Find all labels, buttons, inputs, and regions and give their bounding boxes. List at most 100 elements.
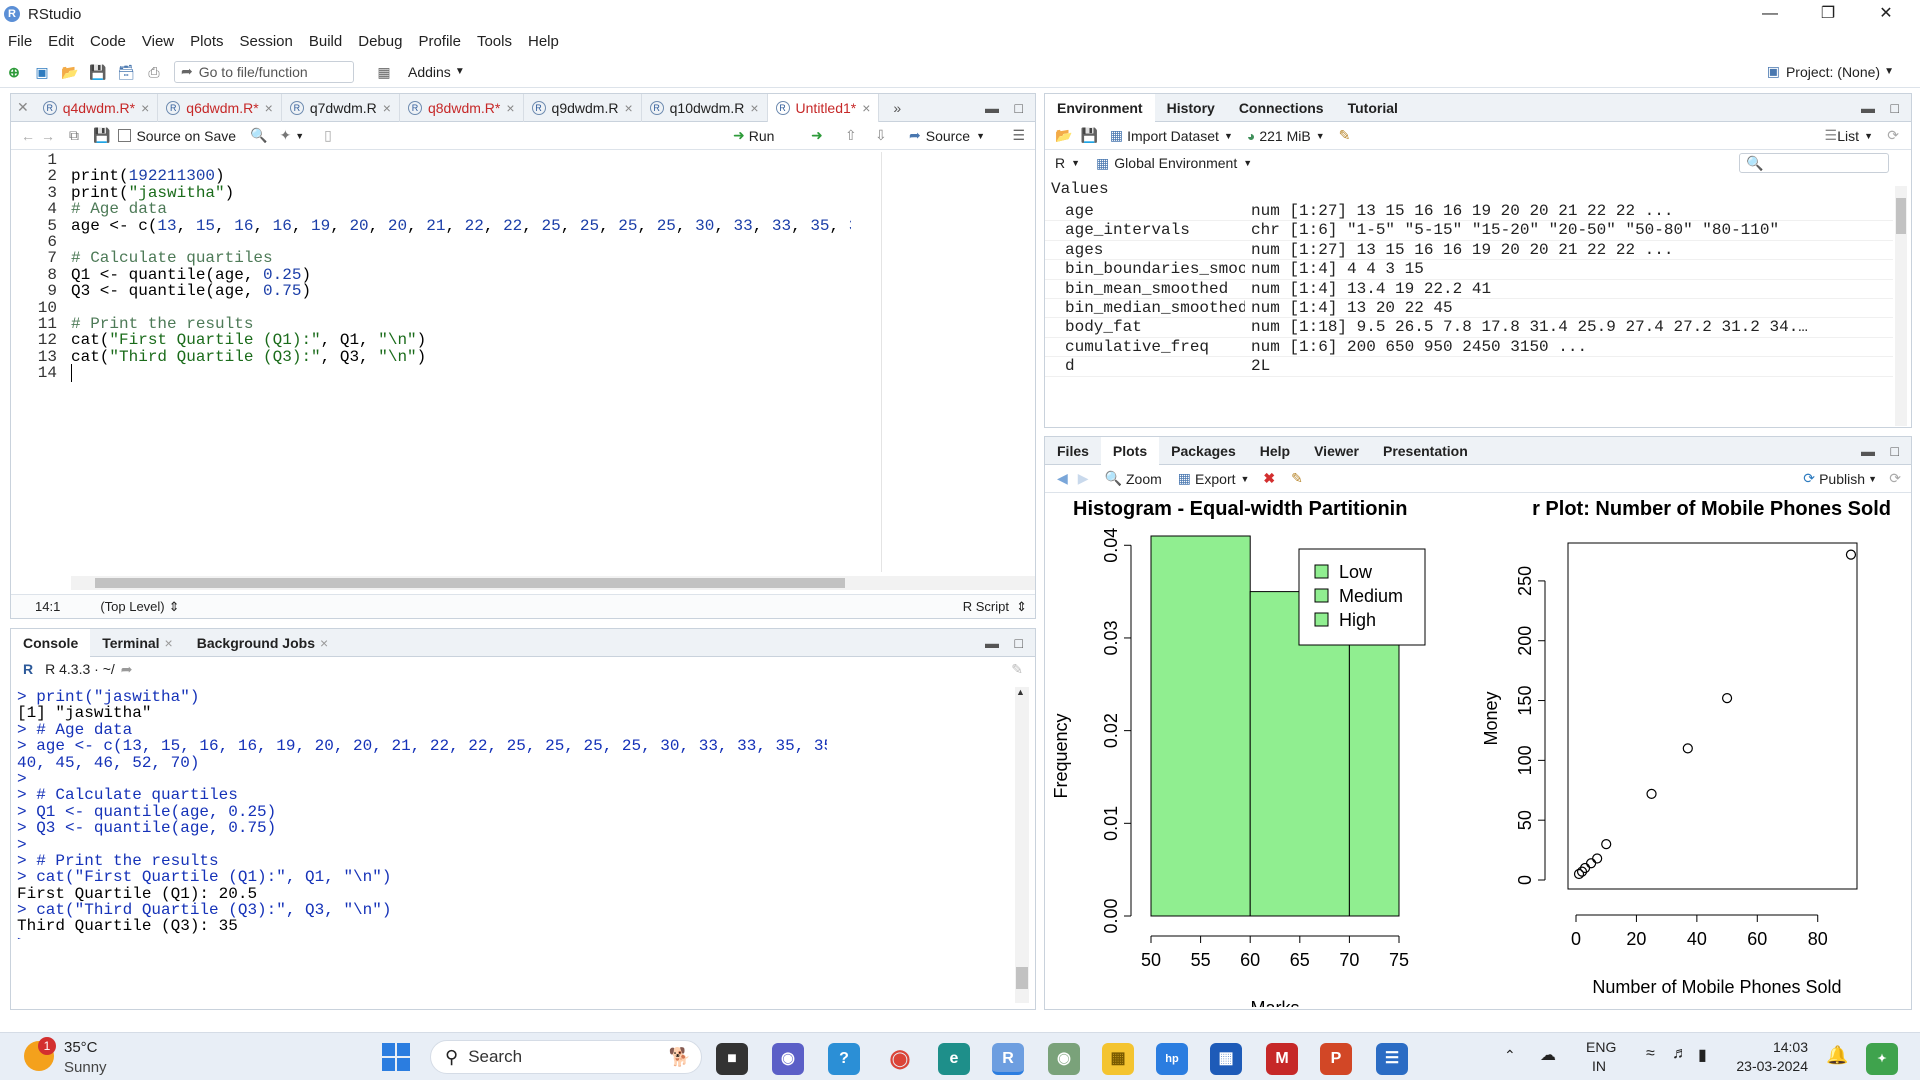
refresh-icon[interactable]: ⟳ xyxy=(1889,470,1901,487)
language-dropdown-icon[interactable]: ▼ xyxy=(1071,158,1080,168)
close-tab-icon[interactable]: × xyxy=(624,94,632,122)
previous-plot-icon[interactable]: ◀ xyxy=(1057,470,1068,487)
menu-plots[interactable]: Plots xyxy=(182,33,231,50)
language-select[interactable]: R xyxy=(1055,155,1065,171)
copilot-icon[interactable]: ✦ xyxy=(1866,1043,1898,1075)
print-icon[interactable]: ⎙ xyxy=(144,62,164,82)
tab-help[interactable]: Help xyxy=(1248,437,1302,465)
teams-icon[interactable]: ◉ xyxy=(772,1043,804,1075)
go-to-dir-icon[interactable]: ➦ xyxy=(121,661,133,678)
environment-search-input[interactable]: 🔍 xyxy=(1739,153,1889,173)
next-plot-icon[interactable]: ▶ xyxy=(1078,470,1089,487)
menu-help[interactable]: Help xyxy=(520,33,567,50)
grid-layout-icon[interactable]: ▦ xyxy=(374,62,394,82)
save-icon[interactable]: 💾 xyxy=(88,62,108,82)
clock-time[interactable]: 14:03 xyxy=(1748,1039,1808,1055)
minimize-pane-icon[interactable]: ▬ xyxy=(985,635,999,651)
code-line[interactable] xyxy=(71,300,851,316)
menu-file[interactable]: File xyxy=(0,33,40,50)
scope-dropdown-icon[interactable]: ⇕ xyxy=(169,599,180,615)
code-editor[interactable]: print(192211300) print("jaswitha") # Age d… xyxy=(71,152,851,572)
environment-scrollbar[interactable] xyxy=(1895,186,1907,426)
import-dataset-button[interactable]: Import Dataset xyxy=(1127,128,1219,144)
show-in-window-icon[interactable]: ⧉ xyxy=(69,127,79,144)
mcafee-icon[interactable]: M xyxy=(1266,1043,1298,1075)
source-button[interactable]: ➦ Source ▼ xyxy=(909,127,985,144)
notification-bell-icon[interactable]: 🔔 xyxy=(1826,1045,1848,1066)
view-mode-select[interactable]: List xyxy=(1837,128,1859,144)
save-file-icon[interactable]: 💾 xyxy=(93,127,110,144)
export-button[interactable]: Export xyxy=(1195,471,1235,487)
goto-file-input[interactable]: ➦ Go to file/function xyxy=(174,60,354,83)
new-project-icon[interactable]: ▣ xyxy=(32,62,52,82)
menu-build[interactable]: Build xyxy=(301,33,350,50)
run-button[interactable]: ➜ Run xyxy=(733,127,774,144)
go-down-icon[interactable]: ⇩ xyxy=(875,127,887,144)
file-type-dropdown-icon[interactable]: ⇕ xyxy=(1016,599,1027,615)
language-indicator[interactable]: ENG xyxy=(1586,1039,1616,1055)
close-tab-icon[interactable]: × xyxy=(750,94,758,122)
menu-code[interactable]: Code xyxy=(82,33,134,50)
magic-wand-icon[interactable]: ✦ xyxy=(280,127,292,144)
export-dropdown-icon[interactable]: ▼ xyxy=(1241,474,1250,484)
environment-row[interactable]: d 2L xyxy=(1045,357,1893,377)
minimize-pane-icon[interactable]: ▬ xyxy=(985,100,999,116)
globe-app-icon[interactable]: ◉ xyxy=(1048,1043,1080,1075)
weather-temperature[interactable]: 35°C xyxy=(64,1039,98,1056)
tab-packages[interactable]: Packages xyxy=(1159,437,1248,465)
tab-tutorial[interactable]: Tutorial xyxy=(1336,94,1410,122)
clock-date[interactable]: 23-03-2024 xyxy=(1724,1058,1808,1074)
scope-indicator[interactable]: (Top Level) xyxy=(100,599,164,614)
addins-dropdown-icon[interactable]: ▼ xyxy=(455,66,465,77)
go-up-icon[interactable]: ⇧ xyxy=(845,127,857,144)
import-dropdown-icon[interactable]: ▼ xyxy=(1224,131,1233,141)
publish-button[interactable]: Publish xyxy=(1819,471,1865,487)
chrome-icon[interactable]: ◉ xyxy=(884,1043,916,1075)
tab-q6dwdm[interactable]: Rq6dwdm.R* × xyxy=(158,93,282,122)
code-line[interactable] xyxy=(71,152,851,168)
console-scroll-thumb[interactable] xyxy=(1016,967,1028,989)
onedrive-icon[interactable]: ☁ xyxy=(1540,1045,1556,1065)
forward-icon[interactable]: → xyxy=(41,128,55,144)
show-hidden-icons[interactable]: ⌃ xyxy=(1504,1047,1516,1064)
close-tab-icon[interactable]: × xyxy=(165,635,173,651)
tab-environment[interactable]: Environment xyxy=(1045,93,1155,122)
console-output[interactable]: > print("jaswitha") [1] "jaswitha" > # Age… xyxy=(17,689,827,939)
file-explorer-icon[interactable]: ▦ xyxy=(1102,1043,1134,1075)
tab-viewer[interactable]: Viewer xyxy=(1302,437,1371,465)
code-line[interactable]: print("jaswitha") xyxy=(71,184,851,201)
code-line[interactable]: cat("Third Quartile (Q3):", Q3, "\n") xyxy=(71,348,851,365)
scrollbar-thumb[interactable] xyxy=(95,578,845,588)
tab-history[interactable]: History xyxy=(1155,94,1227,122)
restore-icon[interactable]: ❐ xyxy=(1800,0,1856,28)
code-line[interactable] xyxy=(71,234,851,250)
code-line[interactable]: print(192211300) xyxy=(71,168,851,185)
load-workspace-icon[interactable]: 📂 xyxy=(1055,127,1072,144)
back-arrow-icon[interactable]: ✕ xyxy=(17,99,29,116)
windows-start-icon[interactable] xyxy=(382,1043,410,1071)
minimize-pane-icon[interactable]: ▬ xyxy=(1861,100,1875,116)
environment-row[interactable]: bin_boundaries_smoot… num [1:4] 4 4 3 15 xyxy=(1045,260,1893,280)
tab-connections[interactable]: Connections xyxy=(1227,94,1336,122)
tab-presentation[interactable]: Presentation xyxy=(1371,437,1480,465)
view-dropdown-icon[interactable]: ▼ xyxy=(1864,131,1873,141)
menu-session[interactable]: Session xyxy=(232,33,301,50)
more-tabs-icon[interactable]: » xyxy=(893,100,901,116)
search-icon[interactable]: 🔍 xyxy=(250,127,267,144)
publish-dropdown-icon[interactable]: ▼ xyxy=(1868,474,1877,484)
tab-q9dwdm[interactable]: Rq9dwdm.R × xyxy=(524,93,642,122)
store-icon[interactable]: ▦ xyxy=(1210,1043,1242,1075)
minimize-pane-icon[interactable]: ▬ xyxy=(1861,443,1875,459)
environment-row[interactable]: cumulative_freq num [1:6] 200 650 950 245… xyxy=(1045,338,1893,358)
notepad-icon[interactable]: ☰ xyxy=(1376,1043,1408,1075)
menu-profile[interactable]: Profile xyxy=(410,33,469,50)
tab-q8dwdm[interactable]: Rq8dwdm.R* × xyxy=(400,93,524,122)
close-icon[interactable]: ✕ xyxy=(1858,0,1914,28)
save-all-icon[interactable]: 🗃 xyxy=(116,62,136,82)
clear-console-icon[interactable]: ✎ xyxy=(1011,661,1023,678)
code-line[interactable]: cat("First Quartile (Q1):", Q1, "\n") xyxy=(71,332,851,349)
console-scrollbar[interactable]: ▲ xyxy=(1015,687,1029,1003)
tab-untitled1[interactable]: R Untitled1* × xyxy=(767,93,880,122)
tab-plots[interactable]: Plots xyxy=(1100,436,1160,465)
scroll-up-icon[interactable]: ▲ xyxy=(1016,687,1025,697)
